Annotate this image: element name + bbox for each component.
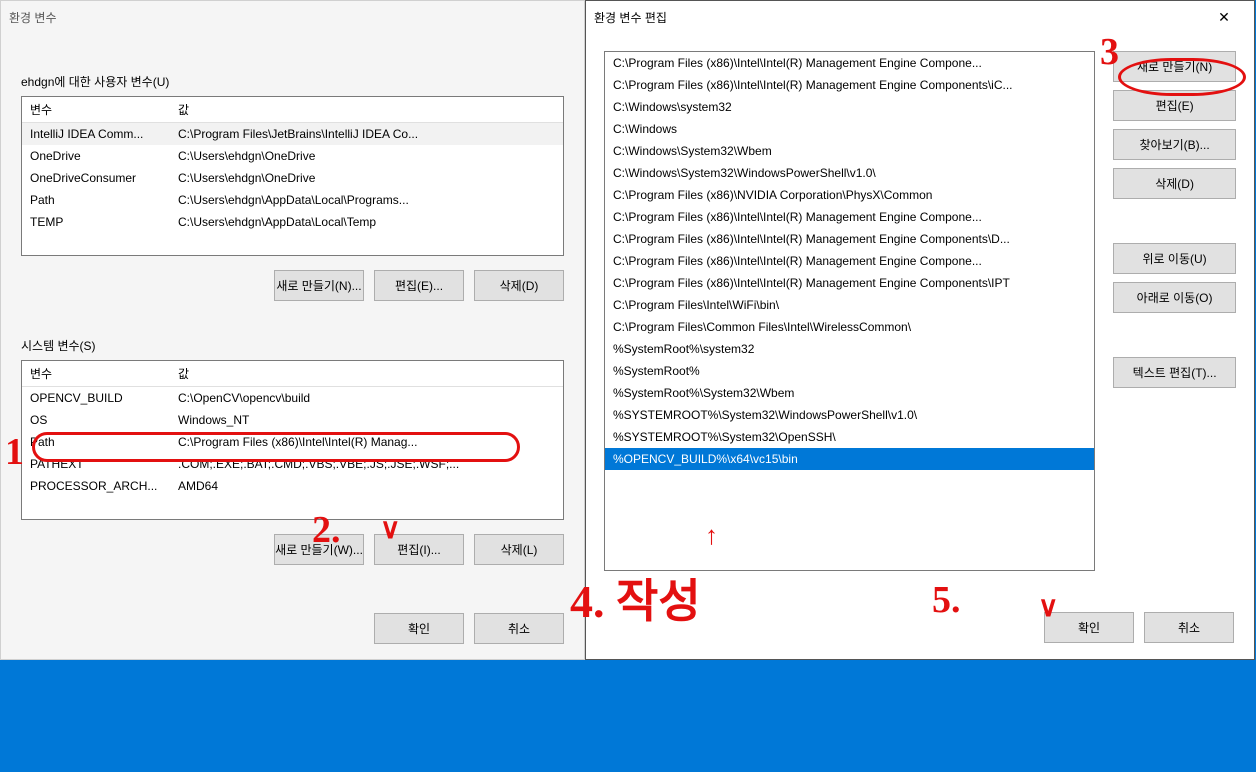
edit-user-button[interactable]: 편집(E)... bbox=[374, 270, 464, 301]
cell-var: TEMP bbox=[22, 211, 170, 233]
path-row[interactable]: C:\Program Files (x86)\Intel\Intel(R) Ma… bbox=[605, 52, 1094, 74]
cell-var: PROCESSOR_ARCH... bbox=[22, 475, 170, 497]
dialog-buttons: 확인 취소 bbox=[1044, 612, 1234, 643]
path-row[interactable]: C:\Windows bbox=[605, 118, 1094, 140]
edit-system-button[interactable]: 편집(I)... bbox=[374, 534, 464, 565]
cell-val: C:\Users\ehdgn\AppData\Local\Programs... bbox=[170, 189, 563, 211]
path-row[interactable]: %OPENCV_BUILD%\x64\vc15\bin bbox=[605, 448, 1094, 470]
path-row[interactable]: %SystemRoot%\system32 bbox=[605, 338, 1094, 360]
ok-button[interactable]: 확인 bbox=[1044, 612, 1134, 643]
env-vars-window: 환경 변수 ehdgn에 대한 사용자 변수(U) 변수 값 IntelliJ … bbox=[0, 0, 585, 660]
edit-content: C:\Program Files (x86)\Intel\Intel(R) Ma… bbox=[586, 33, 1254, 589]
titlebar[interactable]: 환경 변수 편집 ✕ bbox=[586, 1, 1254, 33]
cell-var: Path bbox=[22, 431, 170, 453]
path-row[interactable]: C:\Program Files (x86)\Intel\Intel(R) Ma… bbox=[605, 206, 1094, 228]
move-down-button[interactable]: 아래로 이동(O) bbox=[1113, 282, 1236, 313]
new-user-button[interactable]: 새로 만들기(N)... bbox=[274, 270, 364, 301]
browse-button[interactable]: 찾아보기(B)... bbox=[1113, 129, 1236, 160]
cell-var: OneDrive bbox=[22, 145, 170, 167]
ok-button[interactable]: 확인 bbox=[374, 613, 464, 644]
cell-var: OS bbox=[22, 409, 170, 431]
col-value[interactable]: 값 bbox=[170, 361, 563, 386]
table-row[interactable]: OneDriveC:\Users\ehdgn\OneDrive bbox=[22, 145, 563, 167]
cell-var: PATHEXT bbox=[22, 453, 170, 475]
table-row[interactable]: OSWindows_NT bbox=[22, 409, 563, 431]
window-title: 환경 변수 bbox=[9, 9, 57, 26]
table-row[interactable]: IntelliJ IDEA Comm...C:\Program Files\Je… bbox=[22, 123, 563, 145]
delete-button[interactable]: 삭제(D) bbox=[1113, 168, 1236, 199]
cell-val: AMD64 bbox=[170, 475, 563, 497]
path-row[interactable]: C:\Program Files (x86)\Intel\Intel(R) Ma… bbox=[605, 250, 1094, 272]
table-row[interactable]: PathC:\Users\ehdgn\AppData\Local\Program… bbox=[22, 189, 563, 211]
path-row[interactable]: %SYSTEMROOT%\System32\WindowsPowerShell\… bbox=[605, 404, 1094, 426]
move-up-button[interactable]: 위로 이동(U) bbox=[1113, 243, 1236, 274]
path-row[interactable]: C:\Program Files\Intel\WiFi\bin\ bbox=[605, 294, 1094, 316]
path-row[interactable]: %SystemRoot%\System32\Wbem bbox=[605, 382, 1094, 404]
table-row[interactable]: OPENCV_BUILDC:\OpenCV\opencv\build bbox=[22, 387, 563, 409]
path-row[interactable]: C:\Windows\system32 bbox=[605, 96, 1094, 118]
cell-val: C:\Program Files (x86)\Intel\Intel(R) Ma… bbox=[170, 431, 563, 453]
system-vars-list[interactable]: 변수 값 OPENCV_BUILDC:\OpenCV\opencv\buildO… bbox=[21, 360, 564, 520]
system-buttons: 새로 만들기(W)... 편집(I)... 삭제(L) bbox=[21, 534, 564, 565]
close-icon[interactable]: ✕ bbox=[1202, 3, 1246, 31]
cell-val: C:\OpenCV\opencv\build bbox=[170, 387, 563, 409]
cell-var: OneDriveConsumer bbox=[22, 167, 170, 189]
path-list[interactable]: C:\Program Files (x86)\Intel\Intel(R) Ma… bbox=[604, 51, 1095, 571]
system-vars-label: 시스템 변수(S) bbox=[21, 337, 564, 354]
table-row[interactable]: PathC:\Program Files (x86)\Intel\Intel(R… bbox=[22, 431, 563, 453]
user-vars-label: ehdgn에 대한 사용자 변수(U) bbox=[21, 73, 564, 90]
edit-env-window: 환경 변수 편집 ✕ C:\Program Files (x86)\Intel\… bbox=[585, 0, 1255, 660]
path-row[interactable]: %SystemRoot% bbox=[605, 360, 1094, 382]
cell-val: C:\Users\ehdgn\OneDrive bbox=[170, 167, 563, 189]
window-title: 환경 변수 편집 bbox=[594, 9, 667, 26]
cancel-button[interactable]: 취소 bbox=[1144, 612, 1234, 643]
table-row[interactable]: PATHEXT.COM;.EXE;.BAT;.CMD;.VBS;.VBE;.JS… bbox=[22, 453, 563, 475]
text-edit-button[interactable]: 텍스트 편집(T)... bbox=[1113, 357, 1236, 388]
table-row[interactable]: PROCESSOR_ARCH...AMD64 bbox=[22, 475, 563, 497]
cell-var: IntelliJ IDEA Comm... bbox=[22, 123, 170, 145]
path-row[interactable]: %SYSTEMROOT%\System32\OpenSSH\ bbox=[605, 426, 1094, 448]
titlebar[interactable]: 환경 변수 bbox=[1, 1, 584, 33]
user-buttons: 새로 만들기(N)... 편집(E)... 삭제(D) bbox=[21, 270, 564, 301]
path-row[interactable]: C:\Program Files (x86)\Intel\Intel(R) Ma… bbox=[605, 272, 1094, 294]
new-button[interactable]: 새로 만들기(N) bbox=[1113, 51, 1236, 82]
path-row[interactable]: C:\Program Files (x86)\Intel\Intel(R) Ma… bbox=[605, 228, 1094, 250]
col-variable[interactable]: 변수 bbox=[22, 361, 170, 386]
user-vars-list[interactable]: 변수 값 IntelliJ IDEA Comm...C:\Program Fil… bbox=[21, 96, 564, 256]
list-header: 변수 값 bbox=[22, 97, 563, 123]
cell-var: Path bbox=[22, 189, 170, 211]
table-row[interactable]: TEMPC:\Users\ehdgn\AppData\Local\Temp bbox=[22, 211, 563, 233]
new-system-button[interactable]: 새로 만들기(W)... bbox=[274, 534, 364, 565]
cell-val: C:\Users\ehdgn\AppData\Local\Temp bbox=[170, 211, 563, 233]
dialog-buttons: 확인 취소 bbox=[21, 613, 564, 644]
content-area: ehdgn에 대한 사용자 변수(U) 변수 값 IntelliJ IDEA C… bbox=[1, 33, 584, 658]
cell-val: C:\Program Files\JetBrains\IntelliJ IDEA… bbox=[170, 123, 563, 145]
path-row[interactable]: C:\Program Files (x86)\Intel\Intel(R) Ma… bbox=[605, 74, 1094, 96]
col-value[interactable]: 값 bbox=[170, 97, 563, 122]
cell-val: .COM;.EXE;.BAT;.CMD;.VBS;.VBE;.JS;.JSE;.… bbox=[170, 453, 563, 475]
delete-system-button[interactable]: 삭제(L) bbox=[474, 534, 564, 565]
path-row[interactable]: C:\Program Files (x86)\NVIDIA Corporatio… bbox=[605, 184, 1094, 206]
col-variable[interactable]: 변수 bbox=[22, 97, 170, 122]
edit-button[interactable]: 편집(E) bbox=[1113, 90, 1236, 121]
list-header: 변수 값 bbox=[22, 361, 563, 387]
cell-val: Windows_NT bbox=[170, 409, 563, 431]
cell-val: C:\Users\ehdgn\OneDrive bbox=[170, 145, 563, 167]
path-row[interactable]: C:\Windows\System32\Wbem bbox=[605, 140, 1094, 162]
cancel-button[interactable]: 취소 bbox=[474, 613, 564, 644]
side-buttons: 새로 만들기(N) 편집(E) 찾아보기(B)... 삭제(D) 위로 이동(U… bbox=[1113, 51, 1236, 571]
delete-user-button[interactable]: 삭제(D) bbox=[474, 270, 564, 301]
table-row[interactable]: OneDriveConsumerC:\Users\ehdgn\OneDrive bbox=[22, 167, 563, 189]
path-row[interactable]: C:\Program Files\Common Files\Intel\Wire… bbox=[605, 316, 1094, 338]
path-row[interactable]: C:\Windows\System32\WindowsPowerShell\v1… bbox=[605, 162, 1094, 184]
cell-var: OPENCV_BUILD bbox=[22, 387, 170, 409]
